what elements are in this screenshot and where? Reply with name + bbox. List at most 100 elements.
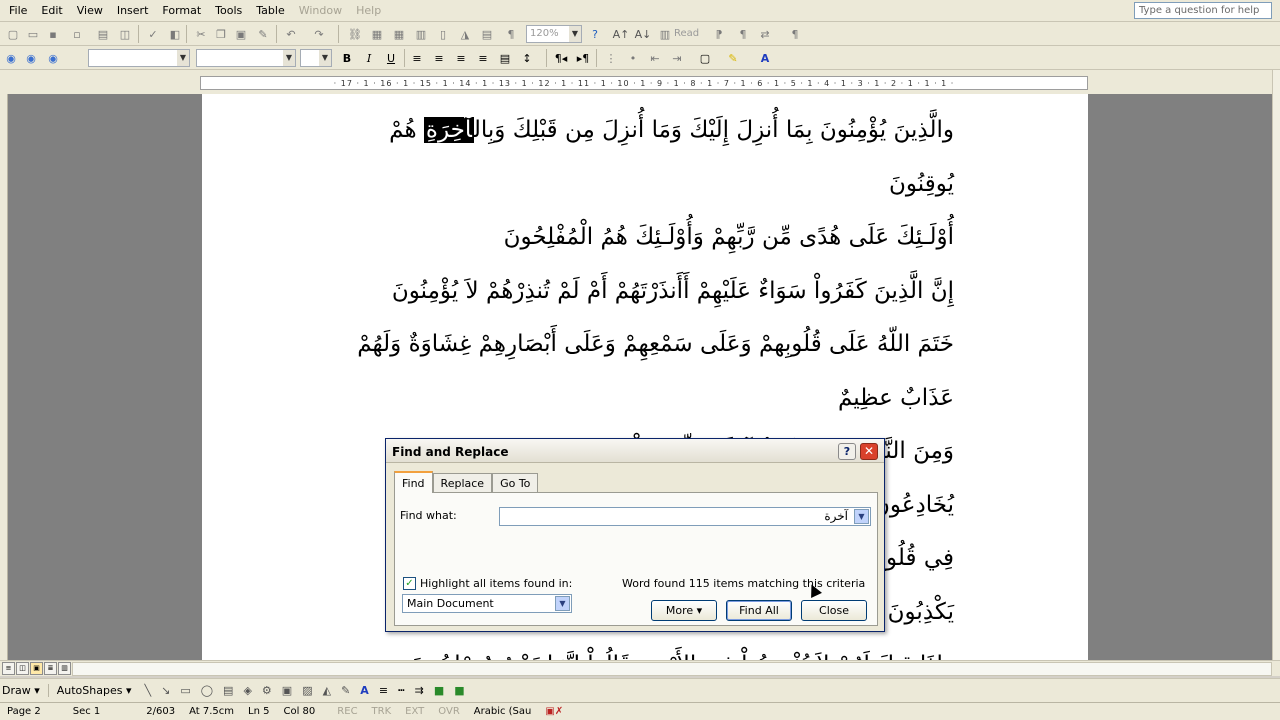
highlight-checkbox[interactable]: ✓ bbox=[403, 577, 416, 590]
insert-excel-icon[interactable]: ▥ bbox=[412, 25, 430, 43]
vertical-ruler[interactable] bbox=[0, 94, 8, 660]
rectangle-icon[interactable]: ▭ bbox=[175, 684, 195, 697]
status-ovr[interactable]: OVR bbox=[431, 706, 466, 717]
menu-view[interactable]: View bbox=[70, 1, 110, 21]
italic-icon[interactable]: I bbox=[360, 49, 378, 67]
permission-icon[interactable]: ▫ bbox=[68, 25, 86, 43]
justify-icon[interactable]: ≡ bbox=[474, 49, 492, 67]
reading-layout-icon[interactable]: ▥ bbox=[58, 662, 71, 675]
spelling-status-icon[interactable]: ▣✗ bbox=[538, 706, 570, 717]
ask-question-input[interactable]: Type a question for help bbox=[1134, 2, 1272, 19]
refresh-icon[interactable]: ◉ bbox=[44, 49, 62, 67]
text-direction-icon[interactable]: ⇄ bbox=[756, 25, 774, 43]
underline-icon[interactable]: U bbox=[382, 49, 400, 67]
textbox-icon[interactable]: ▤ bbox=[218, 684, 238, 697]
menu-table[interactable]: Table bbox=[249, 1, 291, 21]
menu-window[interactable]: Window bbox=[292, 1, 349, 21]
bullets-icon[interactable]: • bbox=[624, 49, 642, 67]
help-icon[interactable]: ? bbox=[586, 25, 604, 43]
find-all-button[interactable]: Find All bbox=[726, 600, 792, 621]
research-icon[interactable]: ◧ bbox=[166, 25, 184, 43]
document-line[interactable]: خَتَمَ اللّهُ عَلَى قُلُوبِهمْ وَعَلَى س… bbox=[352, 318, 954, 372]
back-icon[interactable]: ◉ bbox=[2, 49, 20, 67]
wordart-icon[interactable]: ◈ bbox=[238, 684, 256, 697]
drawing-icon[interactable]: ◮ bbox=[456, 25, 474, 43]
paste-icon[interactable]: ▣ bbox=[232, 25, 250, 43]
outline-view-icon[interactable]: ≣ bbox=[44, 662, 57, 675]
fill-color-icon[interactable]: ◭ bbox=[318, 684, 336, 697]
ltr-paragraph-icon[interactable]: ▸¶ bbox=[574, 49, 592, 67]
status-ext[interactable]: EXT bbox=[398, 706, 431, 717]
border-icon[interactable]: ▢ bbox=[696, 49, 714, 67]
shrink-font-icon[interactable]: A↓ bbox=[634, 25, 652, 43]
status-language[interactable]: Arabic (Sau bbox=[467, 706, 539, 717]
picture-icon[interactable]: ▨ bbox=[297, 684, 317, 697]
increase-indent-icon[interactable]: ⇥ bbox=[668, 49, 686, 67]
zoom-combo[interactable]: 120% ▼ bbox=[526, 25, 582, 43]
horizontal-scrollbar[interactable] bbox=[72, 662, 1272, 676]
dash-style-icon[interactable]: ┅ bbox=[393, 684, 410, 697]
close-button[interactable]: Close bbox=[801, 600, 867, 621]
tab-find[interactable]: Find bbox=[394, 471, 433, 493]
line-spacing-icon[interactable]: ↕ bbox=[518, 49, 536, 67]
align-left-icon[interactable]: ≡ bbox=[408, 49, 426, 67]
highlight-color-icon[interactable]: ✎ bbox=[724, 49, 742, 67]
document-line[interactable]: يُوقِنُونَ bbox=[352, 158, 954, 212]
normal-view-icon[interactable]: ≡ bbox=[2, 662, 15, 675]
status-trk[interactable]: TRK bbox=[365, 706, 399, 717]
tab-goto[interactable]: Go To bbox=[492, 473, 539, 493]
3d-icon[interactable]: ■ bbox=[449, 684, 469, 697]
line-style-icon[interactable]: ≡ bbox=[374, 684, 393, 697]
help-icon[interactable]: ? bbox=[838, 443, 856, 460]
menu-edit[interactable]: Edit bbox=[34, 1, 69, 21]
bold-icon[interactable]: B bbox=[338, 49, 356, 67]
save-icon[interactable]: ▪ bbox=[44, 25, 62, 43]
document-line[interactable]: أُوْلَـئِكَ عَلَى هُدًى مِّن رَّبِّهِمْ … bbox=[352, 211, 954, 265]
print-layout-icon[interactable]: ▣ bbox=[30, 662, 43, 675]
tab-replace[interactable]: Replace bbox=[432, 473, 493, 493]
columns-icon[interactable]: ▯ bbox=[434, 25, 452, 43]
numbering-icon[interactable]: ⋮ bbox=[602, 49, 620, 67]
show-marks-icon[interactable]: ¶ bbox=[786, 25, 804, 43]
search-scope-select[interactable]: Main Document ▼ bbox=[402, 594, 572, 613]
shadow-icon[interactable]: ■ bbox=[429, 684, 449, 697]
close-icon[interactable]: ✕ bbox=[860, 443, 878, 460]
tables-icon[interactable]: ▦ bbox=[368, 25, 386, 43]
open-icon[interactable]: ▭ bbox=[24, 25, 42, 43]
rtl-paragraph-icon[interactable]: ¶◂ bbox=[552, 49, 570, 67]
autoshapes-menu-button[interactable]: AutoShapes ▾ bbox=[47, 684, 140, 697]
chevron-down-icon[interactable]: ▼ bbox=[555, 596, 570, 611]
selected-match-highlight[interactable]: آخِرَةِ bbox=[423, 117, 474, 143]
arrow-icon[interactable]: ↘ bbox=[156, 684, 175, 697]
spelling-icon[interactable]: ✓ bbox=[144, 25, 162, 43]
distributed-icon[interactable]: ▤ bbox=[496, 49, 514, 67]
read-button[interactable]: Read bbox=[674, 28, 699, 39]
status-rec[interactable]: REC bbox=[330, 706, 364, 717]
ltr-icon[interactable]: ¶ bbox=[734, 25, 752, 43]
dialog-title[interactable]: Find and Replace bbox=[386, 439, 884, 463]
read-icon[interactable]: ▥ bbox=[656, 25, 674, 43]
vertical-scrollbar[interactable] bbox=[1272, 70, 1280, 660]
horizontal-ruler[interactable]: · 17 · 1 · 16 · 1 · 15 · 1 · 14 · 1 · 13… bbox=[0, 70, 1280, 94]
style-combo[interactable]: ▼ bbox=[88, 49, 190, 67]
menu-format[interactable]: Format bbox=[155, 1, 208, 21]
menu-insert[interactable]: Insert bbox=[110, 1, 156, 21]
insert-table-icon[interactable]: ▦ bbox=[390, 25, 408, 43]
align-center-icon[interactable]: ≡ bbox=[430, 49, 448, 67]
font-combo[interactable]: ▼ bbox=[196, 49, 296, 67]
document-line[interactable]: وَإِذَا قِيلَ لَهُمْ لاَ تُفْسِدُواْ فِي… bbox=[352, 639, 954, 660]
chevron-down-icon[interactable]: ▼ bbox=[854, 509, 869, 524]
line-color-icon[interactable]: ✎ bbox=[336, 684, 355, 697]
print-preview-icon[interactable]: ◫ bbox=[116, 25, 134, 43]
menu-tools[interactable]: Tools bbox=[208, 1, 249, 21]
copy-icon[interactable]: ❐ bbox=[212, 25, 230, 43]
font-color-icon[interactable]: A bbox=[756, 49, 774, 67]
menu-help[interactable]: Help bbox=[349, 1, 388, 21]
align-right-icon[interactable]: ≡ bbox=[452, 49, 470, 67]
web-layout-icon[interactable]: ◫ bbox=[16, 662, 29, 675]
line-icon[interactable]: ╲ bbox=[139, 684, 156, 697]
clipart-icon[interactable]: ▣ bbox=[277, 684, 297, 697]
diagram-icon[interactable]: ⚙ bbox=[257, 684, 277, 697]
document-line[interactable]: والَّذِينَ يُؤْمِنُونَ بِمَا أُنزِلَ إِل… bbox=[352, 104, 954, 158]
undo-icon[interactable]: ↶ bbox=[282, 25, 300, 43]
